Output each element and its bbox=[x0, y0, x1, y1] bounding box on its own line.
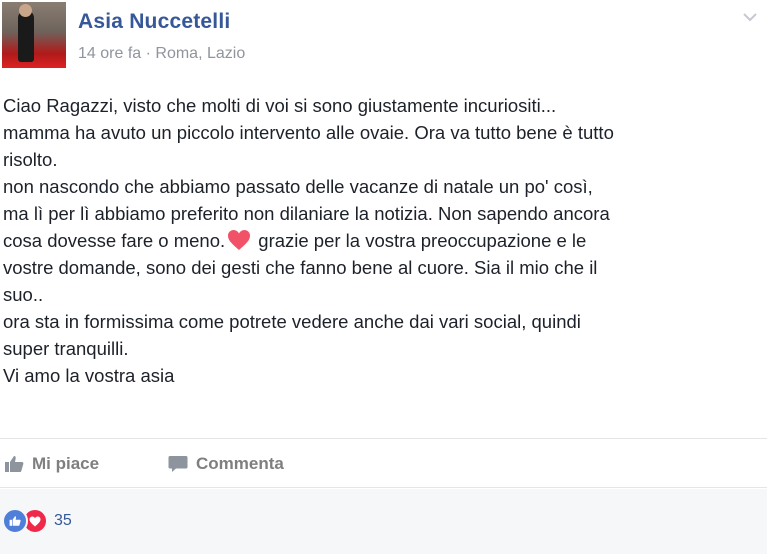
post-text-part2: grazie per la vostra preoccupazione e le… bbox=[3, 230, 598, 386]
divider-top bbox=[0, 438, 767, 439]
divider-bottom bbox=[0, 487, 767, 488]
post-meta: 14 ore fa · Roma, Lazio bbox=[78, 45, 245, 63]
like-icon bbox=[2, 508, 28, 534]
avatar[interactable] bbox=[2, 2, 66, 68]
author-name[interactable]: Asia Nuccetelli bbox=[78, 10, 230, 34]
avatar-head bbox=[19, 4, 32, 17]
avatar-figure bbox=[18, 10, 34, 62]
thumbs-up-icon bbox=[5, 456, 24, 472]
reactions-footer: 35 bbox=[0, 489, 767, 554]
reactions-count[interactable]: 35 bbox=[54, 512, 72, 530]
meta-separator: · bbox=[145, 45, 151, 62]
action-bar: Mi piace Commenta bbox=[0, 440, 767, 486]
chevron-down-icon[interactable] bbox=[742, 9, 758, 25]
comment-label: Commenta bbox=[196, 454, 284, 473]
post-body: Ciao Ragazzi, visto che molti di voi si … bbox=[3, 92, 763, 389]
post-time[interactable]: 14 ore fa bbox=[78, 45, 141, 62]
comment-button[interactable]: Commenta bbox=[168, 454, 284, 474]
like-button[interactable]: Mi piace bbox=[4, 454, 99, 474]
post-text-part1: Ciao Ragazzi, visto che molti di voi si … bbox=[3, 95, 614, 251]
heart-emoji-icon bbox=[228, 230, 251, 250]
like-label: Mi piace bbox=[32, 454, 100, 473]
post-location[interactable]: Roma, Lazio bbox=[155, 45, 245, 62]
reactions-summary[interactable]: 35 bbox=[2, 508, 72, 534]
comment-icon bbox=[168, 456, 188, 472]
